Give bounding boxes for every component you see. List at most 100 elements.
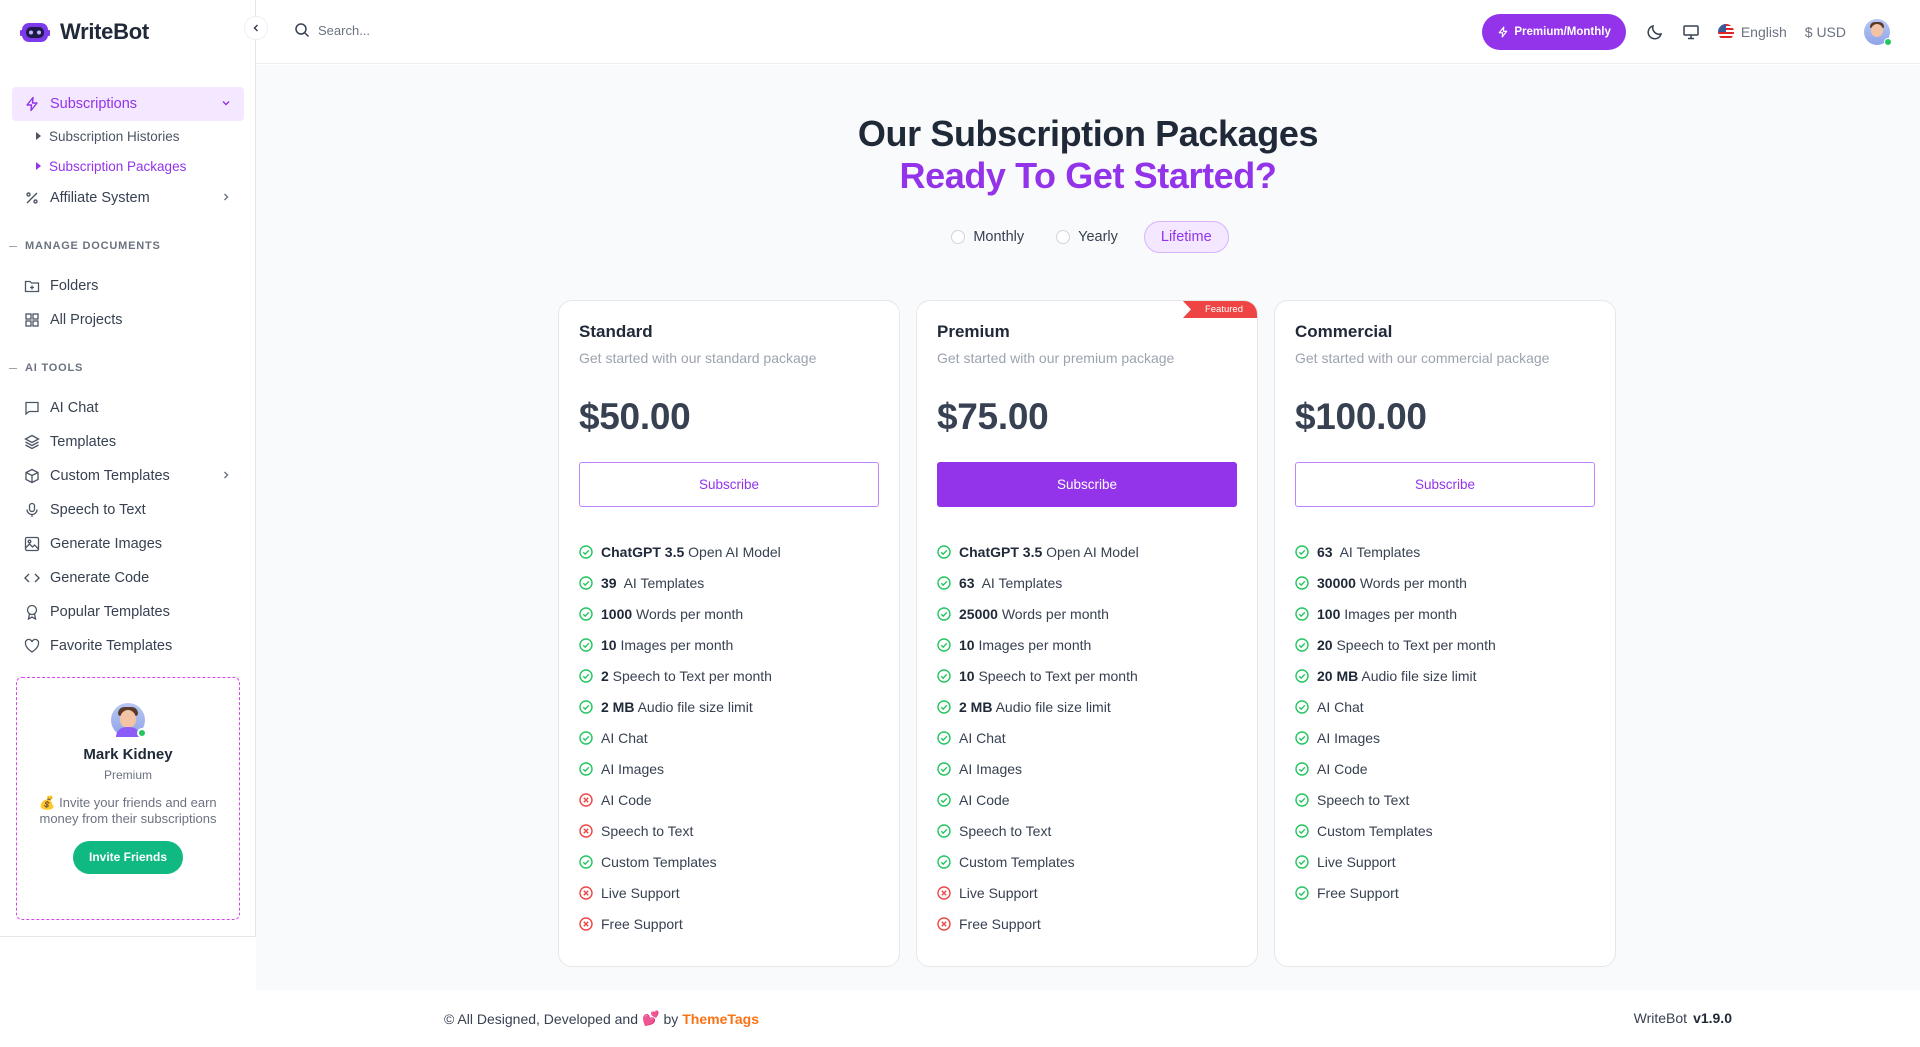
x-circle-icon bbox=[937, 916, 951, 931]
feature-text: Free Support bbox=[959, 915, 1041, 932]
folder-plus-icon bbox=[24, 280, 40, 293]
invite-friends-button[interactable]: Invite Friends bbox=[72, 841, 184, 874]
sidebar-item-label: Generate Images bbox=[50, 536, 163, 552]
version-number: v1.9.0 bbox=[1693, 1010, 1732, 1026]
feature-item: ChatGPT 3.5 Open AI Model bbox=[579, 536, 879, 567]
brand-name: WriteBot bbox=[60, 19, 149, 44]
footer: © All Designed, Developed and 💕 by Theme… bbox=[256, 990, 1920, 1047]
check-circle-icon bbox=[579, 699, 593, 714]
footer-app-name: WriteBot bbox=[1633, 1010, 1688, 1026]
sidebar-collapse-button[interactable] bbox=[244, 16, 268, 40]
sidebar-item-label: Generate Code bbox=[50, 570, 150, 586]
package-card-commercial: Commercial Get started with our commerci… bbox=[1274, 300, 1616, 967]
feature-item: Custom Templates bbox=[937, 846, 1237, 877]
sidebar-item-custom-templates[interactable]: Custom Templates bbox=[12, 459, 244, 493]
feature-text: AI Images bbox=[959, 760, 1023, 777]
feature-item: 10 Images per month bbox=[937, 629, 1237, 660]
billing-option-lifetime[interactable]: Lifetime bbox=[1143, 221, 1229, 253]
plan-button[interactable]: Premium/Monthly bbox=[1482, 14, 1626, 50]
user-plan: Premium bbox=[103, 768, 152, 782]
sidebar-item-generate-code[interactable]: Generate Code bbox=[12, 561, 244, 595]
feature-item: AI Chat bbox=[937, 722, 1237, 753]
sidebar-item-popular-templates[interactable]: Popular Templates bbox=[12, 595, 244, 629]
billing-toggle: Monthly Yearly Lifetime bbox=[256, 221, 1920, 253]
search-input[interactable]: Search... bbox=[318, 23, 370, 38]
x-circle-icon bbox=[579, 885, 593, 900]
feature-item: Free Support bbox=[1295, 877, 1595, 908]
sidebar-item-folders[interactable]: Folders bbox=[12, 269, 244, 303]
feature-text: 2 Speech to Text per month bbox=[601, 667, 772, 684]
subscribe-button[interactable]: Subscribe bbox=[937, 462, 1237, 507]
online-status-dot bbox=[1884, 38, 1892, 46]
main-content: Our Subscription Packages Ready To Get S… bbox=[256, 65, 1920, 990]
feature-text: 10 Images per month bbox=[601, 636, 734, 653]
feature-list: 63 AI Templates 30000 Words per month 100 … bbox=[1295, 536, 1595, 908]
sidebar-item-generate-images[interactable]: Generate Images bbox=[12, 527, 244, 561]
package-cards: Standard Get started with our standard p… bbox=[558, 300, 1616, 967]
lightning-icon bbox=[1499, 26, 1508, 38]
sidebar-item-speech-to-text[interactable]: Speech to Text bbox=[12, 493, 244, 527]
page-subtitle: Ready To Get Started? bbox=[899, 155, 1277, 196]
sidebar-item-affiliate[interactable]: Affiliate System bbox=[12, 181, 244, 215]
check-circle-icon bbox=[1295, 885, 1309, 900]
user-avatar[interactable] bbox=[1864, 19, 1892, 46]
feature-item: 10 Images per month bbox=[579, 629, 879, 660]
sidebar-item-ai-chat[interactable]: AI Chat bbox=[12, 391, 244, 425]
language-selector[interactable]: English bbox=[1717, 24, 1787, 40]
microphone-icon bbox=[26, 502, 38, 517]
feature-text: AI Code bbox=[1317, 760, 1368, 777]
section-heading-manage-documents: MANAGE DOCUMENTS bbox=[0, 229, 244, 263]
feature-item: 63 AI Templates bbox=[1295, 536, 1595, 567]
check-circle-icon bbox=[579, 761, 593, 776]
grid-icon bbox=[25, 313, 39, 327]
feature-text: 63 AI Templates bbox=[1317, 543, 1421, 560]
sidebar: WriteBot Subscriptions Subscription Hist… bbox=[0, 0, 256, 937]
check-circle-icon bbox=[579, 730, 593, 745]
package-name: Commercial bbox=[1295, 322, 1393, 341]
online-status-dot bbox=[137, 728, 147, 738]
featured-badge: Featured bbox=[1182, 301, 1257, 318]
sidebar-item-templates[interactable]: Templates bbox=[12, 425, 244, 459]
search-icon bbox=[295, 23, 310, 38]
search-bar[interactable]: Search... bbox=[294, 22, 370, 38]
caret-right-icon bbox=[36, 132, 41, 140]
check-circle-icon bbox=[937, 854, 951, 869]
caret-right-icon bbox=[36, 162, 41, 170]
sidebar-item-label: Subscriptions bbox=[50, 96, 138, 112]
check-circle-icon bbox=[937, 792, 951, 807]
billing-option-yearly[interactable]: Yearly bbox=[1052, 221, 1122, 253]
feature-item: 20 MB Audio file size limit bbox=[1295, 660, 1595, 691]
package-price: $75.00 bbox=[937, 396, 1049, 437]
sidebar-item-all-projects[interactable]: All Projects bbox=[12, 303, 244, 337]
package-name: Standard bbox=[579, 322, 653, 341]
check-circle-icon bbox=[937, 668, 951, 683]
monitor-icon[interactable] bbox=[1682, 23, 1700, 41]
check-circle-icon bbox=[579, 668, 593, 683]
sidebar-item-favorite-templates[interactable]: Favorite Templates bbox=[12, 629, 244, 663]
x-circle-icon bbox=[579, 823, 593, 838]
themetags-link[interactable]: ThemeTags bbox=[682, 1011, 759, 1027]
subscribe-button[interactable]: Subscribe bbox=[1295, 462, 1595, 507]
subscribe-button[interactable]: Subscribe bbox=[579, 462, 879, 507]
sidebar-item-subscription-histories[interactable]: Subscription Histories bbox=[12, 121, 244, 151]
moon-icon[interactable] bbox=[1646, 23, 1664, 41]
x-circle-icon bbox=[579, 792, 593, 807]
check-circle-icon bbox=[937, 761, 951, 776]
feature-text: AI Chat bbox=[601, 729, 648, 746]
page-title: Our Subscription Packages bbox=[857, 113, 1319, 154]
feature-item: 63 AI Templates bbox=[937, 567, 1237, 598]
sidebar-item-subscriptions[interactable]: Subscriptions bbox=[12, 87, 244, 121]
feature-item: AI Images bbox=[937, 753, 1237, 784]
billing-option-monthly[interactable]: Monthly bbox=[947, 221, 1028, 253]
check-circle-icon bbox=[579, 575, 593, 590]
sidebar-item-subscription-packages[interactable]: Subscription Packages bbox=[12, 151, 244, 181]
chat-icon bbox=[25, 401, 39, 416]
feature-text: 2 MB Audio file size limit bbox=[959, 698, 1111, 715]
check-circle-icon bbox=[937, 823, 951, 838]
feature-item: 2 MB Audio file size limit bbox=[937, 691, 1237, 722]
feature-item: 39 AI Templates bbox=[579, 567, 879, 598]
feature-text: AI Images bbox=[1317, 729, 1381, 746]
chevron-right-icon bbox=[224, 193, 229, 201]
currency-selector[interactable]: $ USD bbox=[1805, 24, 1846, 40]
brand[interactable]: WriteBot bbox=[0, 0, 255, 64]
